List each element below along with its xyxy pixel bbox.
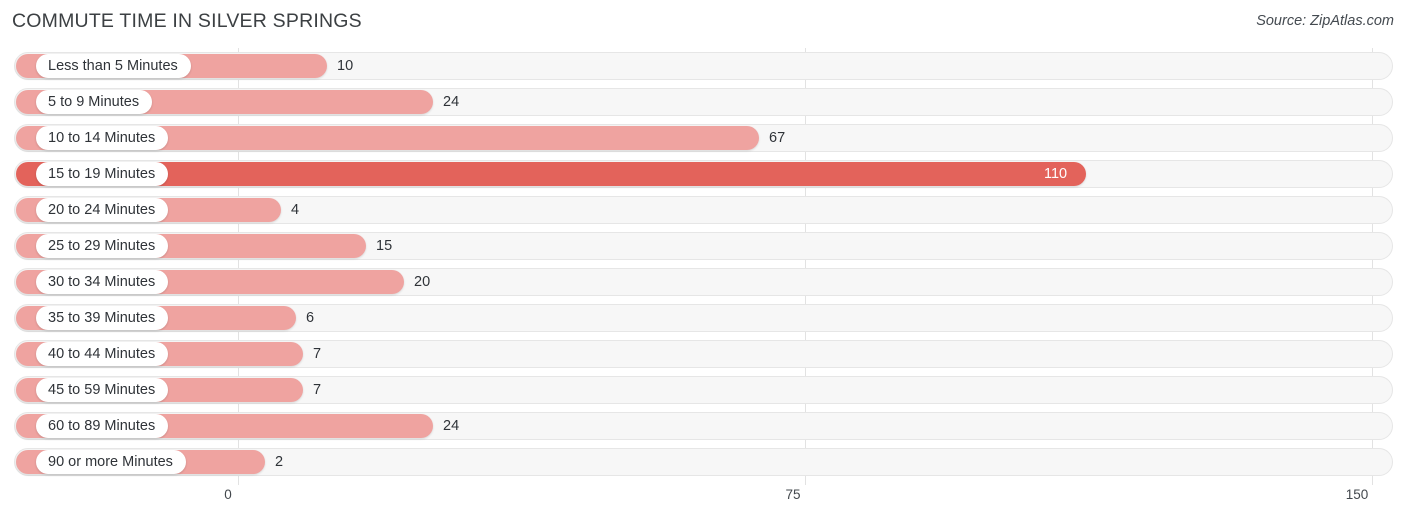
bar-value-label: 20 (414, 274, 431, 290)
bar-row[interactable]: 40 to 44 Minutes 7 (0, 336, 1406, 372)
category-label: Less than 5 Minutes (48, 57, 178, 74)
bar-row[interactable]: 10 to 14 Minutes 67 (0, 120, 1406, 156)
bar-value-label: 4 (291, 202, 300, 218)
bar-row[interactable]: Less than 5 Minutes 10 (0, 48, 1406, 84)
bar-value-label: 7 (313, 382, 322, 398)
category-label-pill: 25 to 29 Minutes (36, 234, 169, 258)
category-label-pill: 35 to 39 Minutes (36, 306, 169, 330)
x-axis-tick-0: 0 (224, 487, 232, 502)
category-label-pill: 5 to 9 Minutes (36, 90, 153, 114)
bar-chart-plot-area: Less than 5 Minutes 10 5 to 9 Minutes 24 10 … (0, 48, 1406, 485)
category-label-pill: Less than 5 Minutes (36, 54, 191, 78)
bar-value-label: 24 (443, 418, 460, 434)
bar-value-label: 10 (337, 58, 354, 74)
category-label: 35 to 39 Minutes (48, 309, 156, 326)
category-label: 40 to 44 Minutes (48, 345, 156, 362)
bar-value-label: 2 (275, 454, 284, 470)
source-attribution: Source: ZipAtlas.com (1256, 13, 1394, 29)
category-label-pill: 20 to 24 Minutes (36, 198, 169, 222)
chart-header: COMMUTE TIME IN SILVER SPRINGS Source: Z… (0, 0, 1406, 46)
bar-value-label: 24 (443, 94, 460, 110)
bar-value-label: 15 (376, 238, 393, 254)
bar-value-label: 110 (1044, 166, 1068, 182)
bar-value-label: 7 (313, 346, 322, 362)
bar-value-label: 67 (769, 130, 786, 146)
category-label-pill: 40 to 44 Minutes (36, 342, 169, 366)
category-label: 60 to 89 Minutes (48, 417, 156, 434)
bar-row[interactable]: 90 or more Minutes 2 (0, 444, 1406, 480)
category-label-pill: 30 to 34 Minutes (36, 270, 169, 294)
category-label-pill: 15 to 19 Minutes (36, 162, 169, 186)
bar-row[interactable]: 25 to 29 Minutes 15 (0, 228, 1406, 264)
category-label: 10 to 14 Minutes (48, 129, 156, 146)
category-label: 90 or more Minutes (48, 453, 173, 470)
x-axis: 0 75 150 (0, 485, 1406, 523)
bar-row[interactable]: 15 to 19 Minutes 110 (0, 156, 1406, 192)
bar-row[interactable]: 20 to 24 Minutes 4 (0, 192, 1406, 228)
category-label-pill: 60 to 89 Minutes (36, 414, 169, 438)
category-label: 20 to 24 Minutes (48, 201, 156, 218)
bar-row[interactable]: 35 to 39 Minutes 6 (0, 300, 1406, 336)
x-axis-tick-75: 75 (785, 487, 801, 502)
category-label: 30 to 34 Minutes (48, 273, 156, 290)
category-label-pill: 10 to 14 Minutes (36, 126, 169, 150)
page-title: COMMUTE TIME IN SILVER SPRINGS (12, 10, 362, 32)
category-label: 25 to 29 Minutes (48, 237, 156, 254)
x-axis-tick-150: 150 (1345, 487, 1369, 502)
category-label: 15 to 19 Minutes (48, 165, 156, 182)
bar-value-label: 6 (306, 310, 315, 326)
category-label-pill: 90 or more Minutes (36, 450, 186, 474)
bar-row[interactable]: 30 to 34 Minutes 20 (0, 264, 1406, 300)
bar-row[interactable]: 45 to 59 Minutes 7 (0, 372, 1406, 408)
bar-row[interactable]: 5 to 9 Minutes 24 (0, 84, 1406, 120)
bar-row[interactable]: 60 to 89 Minutes 24 (0, 408, 1406, 444)
category-label: 45 to 59 Minutes (48, 381, 156, 398)
category-label: 5 to 9 Minutes (48, 93, 140, 110)
bar[interactable] (16, 162, 1086, 186)
category-label-pill: 45 to 59 Minutes (36, 378, 169, 402)
